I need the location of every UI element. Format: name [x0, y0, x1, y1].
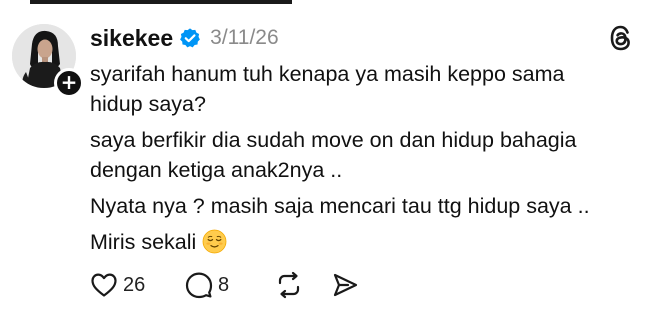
post-body: syarifah hanum tuh kenapa ya masih keppo…: [90, 59, 642, 263]
follow-button[interactable]: +: [54, 68, 84, 98]
threads-logo-icon[interactable]: [607, 23, 634, 53]
post-paragraph: Nyata nya ? masih saja mencari tau ttg h…: [90, 194, 590, 218]
post-header: sikekee 3/11/26: [90, 24, 279, 52]
relieved-face-emoji: [202, 229, 227, 254]
post-paragraph: saya berfikir dia sudah move on dan hidu…: [90, 128, 577, 182]
avatar-container: +: [12, 24, 84, 100]
comment-bubble-icon: [185, 272, 213, 299]
plus-icon: +: [60, 70, 78, 94]
reply-button[interactable]: 8: [185, 271, 275, 299]
share-button[interactable]: [331, 271, 359, 299]
repost-button[interactable]: [275, 271, 331, 299]
post-paragraph-text: Miris sekali: [90, 230, 197, 254]
like-button[interactable]: 26: [90, 272, 185, 298]
heart-icon: [91, 273, 117, 297]
post-paragraph: syarifah hanum tuh kenapa ya masih keppo…: [90, 62, 565, 116]
post-actions-bar: 26 8: [90, 270, 359, 300]
like-count: 26: [123, 273, 146, 296]
post-timestamp[interactable]: 3/11/26: [210, 26, 279, 50]
thread-post: + sikekee 3/11/26 syarifah hanum tuh ken…: [0, 0, 648, 315]
send-icon: [333, 273, 358, 297]
username[interactable]: sikekee: [90, 25, 173, 52]
post-paragraph-last: Miris sekali: [90, 227, 642, 257]
repost-icon: [278, 271, 300, 299]
reply-count: 8: [218, 273, 230, 296]
verified-badge-icon: [180, 28, 201, 48]
